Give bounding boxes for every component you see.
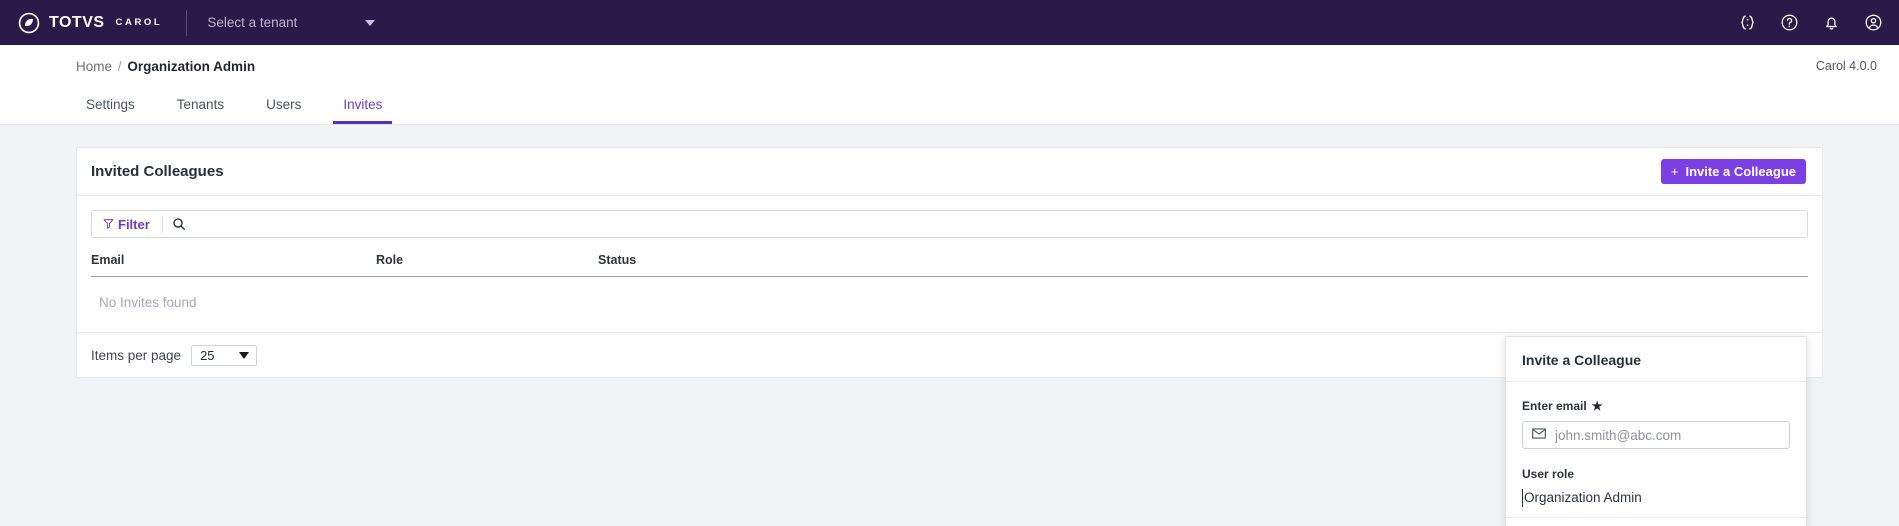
email-field-label-text: Enter email	[1522, 399, 1587, 413]
help-circle-icon[interactable]	[1779, 13, 1799, 33]
user-role-block: User role Organization Admin	[1522, 467, 1790, 507]
invite-colleague-modal: Invite a Colleague Enter email ★ User ro…	[1505, 336, 1807, 526]
modal-body: Enter email ★ User role Organization Adm…	[1506, 382, 1806, 517]
page-title: Invited Colleagues	[91, 163, 224, 180]
tab-tenants[interactable]: Tenants	[167, 97, 234, 125]
invites-table: Email Role Status No Invites found	[91, 253, 1808, 332]
email-input-wrapper[interactable]	[1522, 421, 1790, 449]
email-field[interactable]	[1555, 427, 1780, 443]
search-input[interactable]	[194, 211, 1807, 237]
required-star-icon: ★	[1591, 399, 1603, 413]
user-role-label-text: User role	[1522, 467, 1575, 481]
tab-users[interactable]: Users	[256, 97, 311, 125]
empty-state-row: No Invites found	[91, 277, 1808, 333]
brand-subname: CAROL	[115, 17, 163, 28]
table-header-row: Email Role Status	[91, 253, 1808, 277]
email-field-label: Enter email ★	[1522, 399, 1790, 413]
version-label: Carol 4.0.0	[1815, 59, 1877, 73]
top-navigation-bar: TOTVS CAROL Select a tenant	[0, 0, 1899, 45]
column-header-status[interactable]: Status	[598, 253, 1808, 277]
envelope-icon	[1532, 426, 1546, 444]
tab-bar: Settings Tenants Users Invites	[0, 87, 1899, 125]
modal-footer: Cancel Send Invitation	[1506, 516, 1806, 526]
tenant-selector[interactable]: Select a tenant	[207, 15, 376, 30]
code-braces-icon[interactable]	[1737, 13, 1757, 33]
topbar-actions	[1737, 0, 1883, 45]
card-header: Invited Colleagues + Invite a Colleague	[77, 148, 1822, 196]
filter-funnel-icon	[103, 217, 114, 232]
tab-invites[interactable]: Invites	[333, 97, 393, 124]
breadcrumb-home-link[interactable]: Home	[76, 59, 112, 74]
plus-icon: +	[1670, 164, 1679, 179]
modal-header: Invite a Colleague	[1506, 337, 1806, 382]
items-per-page-value: 25	[200, 347, 215, 363]
notifications-bell-icon[interactable]	[1821, 13, 1841, 33]
invite-a-colleague-button[interactable]: + Invite a Colleague	[1660, 159, 1806, 184]
filter-search-bar: Filter	[91, 210, 1808, 238]
page-content: Invited Colleagues + Invite a Colleague …	[0, 125, 1899, 526]
breadcrumb-current-page: Organization Admin	[127, 58, 256, 74]
brand-logo[interactable]: TOTVS CAROL	[18, 12, 162, 34]
items-per-page-select[interactable]: 25	[191, 344, 258, 366]
breadcrumb: Home / Organization Admin	[76, 59, 255, 74]
user-role-label: User role	[1522, 467, 1790, 481]
filter-button-label: Filter	[118, 216, 150, 232]
column-header-role[interactable]: Role	[376, 253, 598, 277]
tab-settings[interactable]: Settings	[76, 97, 145, 125]
items-per-page-label: Items per page	[91, 347, 182, 363]
invites-table-head: Email Role Status	[91, 253, 1808, 277]
user-account-icon[interactable]	[1863, 13, 1883, 33]
search-icon[interactable]	[163, 217, 195, 231]
tenant-selector-label: Select a tenant	[207, 15, 298, 30]
empty-state-message: No Invites found	[99, 295, 197, 310]
invite-a-colleague-button-label: Invite a Colleague	[1685, 164, 1796, 179]
totvs-logo-icon	[18, 12, 40, 34]
card-body: Filter Email Role Status No Invites foun…	[77, 196, 1822, 332]
column-header-email[interactable]: Email	[91, 253, 376, 277]
breadcrumb-separator: /	[117, 58, 122, 74]
filter-button[interactable]: Filter	[92, 211, 162, 237]
chevron-down-icon	[365, 19, 376, 26]
chevron-down-icon	[239, 351, 250, 359]
modal-title: Invite a Colleague	[1522, 352, 1642, 368]
breadcrumb-bar: Home / Organization Admin Carol 4.0.0	[0, 45, 1899, 87]
invites-table-body: No Invites found	[91, 277, 1808, 333]
brand-name: TOTVS	[49, 13, 105, 31]
nav-divider	[186, 9, 188, 36]
user-role-value[interactable]: Organization Admin	[1522, 489, 1790, 507]
